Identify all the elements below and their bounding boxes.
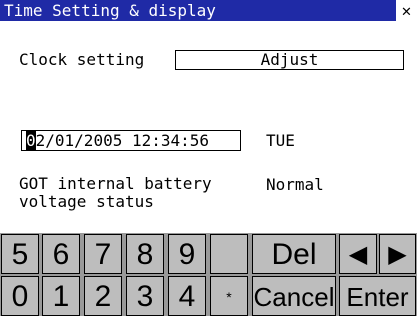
clock-setting-select[interactable]: Adjust [175, 50, 404, 70]
key-2[interactable]: 2 [84, 276, 122, 316]
text-cursor: 0 [26, 131, 36, 150]
key-asterisk[interactable]: * [210, 276, 248, 316]
key-9[interactable]: 9 [168, 234, 206, 274]
key-7[interactable]: 7 [84, 234, 122, 274]
battery-status-value: Normal [266, 175, 324, 194]
window-title: Time Setting & display [4, 1, 216, 20]
key-1[interactable]: 1 [42, 276, 80, 316]
key-5[interactable]: 5 [1, 234, 39, 274]
title-bar: Time Setting & display ✕ [0, 0, 417, 21]
key-8[interactable]: 8 [126, 234, 164, 274]
datetime-input[interactable]: 02/01/2005 12:34:56 [21, 130, 241, 151]
battery-status-label: GOT internal battery voltage status [19, 174, 212, 211]
key-0[interactable]: 0 [1, 276, 39, 316]
key-4[interactable]: 4 [168, 276, 206, 316]
key-blank[interactable] [210, 234, 248, 274]
key-enter[interactable]: Enter [339, 276, 416, 316]
key-6[interactable]: 6 [42, 234, 80, 274]
time-setting-window: Time Setting & display ✕ Clock setting A… [0, 0, 417, 316]
clock-setting-label: Clock setting [19, 50, 145, 69]
keypad: 5 6 7 8 9 Del ◀ ▶ 0 1 2 3 4 * Cancel Ent… [0, 233, 417, 316]
key-right-arrow-icon[interactable]: ▶ [379, 234, 416, 274]
key-delete[interactable]: Del [252, 234, 336, 274]
close-button[interactable]: ✕ [395, 0, 417, 21]
datetime-value: 2/01/2005 12:34:56 [35, 131, 210, 150]
key-cancel[interactable]: Cancel [252, 276, 336, 316]
close-icon: ✕ [401, 1, 412, 20]
day-of-week: TUE [266, 131, 295, 150]
key-left-arrow-icon[interactable]: ◀ [339, 234, 377, 274]
key-3[interactable]: 3 [126, 276, 164, 316]
